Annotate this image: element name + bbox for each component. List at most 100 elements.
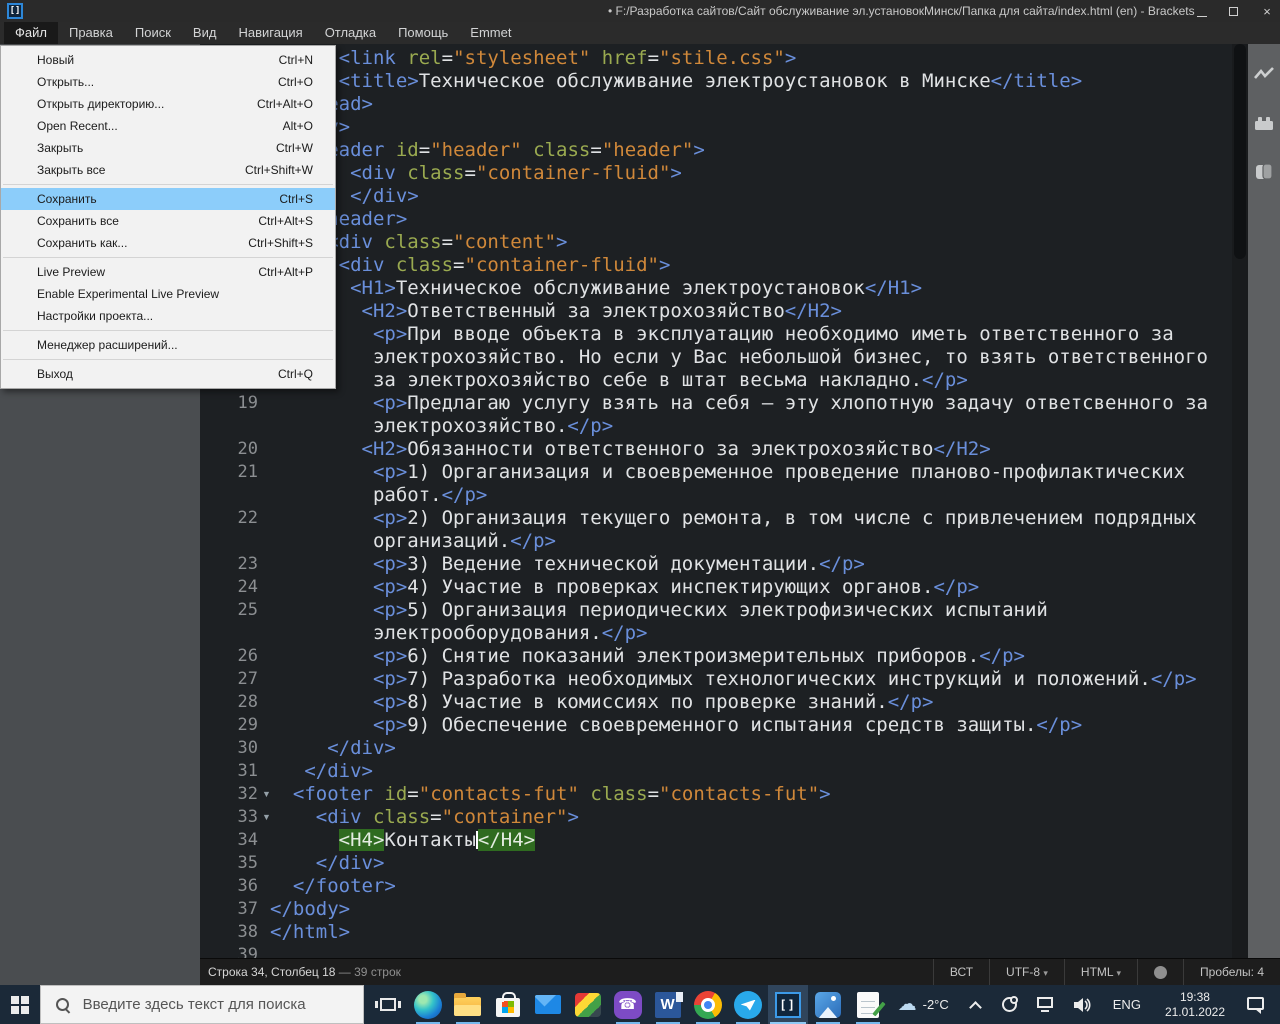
code-line[interactable]: 19 <p>Предлагаю услугу взять на себя — эт…: [200, 392, 1248, 415]
search-input[interactable]: [82, 996, 363, 1013]
code-text[interactable]: электрооборудования.</p>: [270, 622, 648, 645]
code-line[interactable]: организаций.</p>: [200, 530, 1248, 553]
code-text[interactable]: </body>: [270, 898, 350, 921]
file-menu-item[interactable]: Менеджер расширений...: [1, 334, 335, 356]
file-menu-item[interactable]: Закрыть все Ctrl+Shift+W: [1, 159, 335, 181]
fold-arrow-icon[interactable]: ▼: [262, 811, 271, 823]
code-line[interactable]: <header id="header" class="header">: [200, 139, 1248, 162]
file-explorer-taskbar-button[interactable]: [448, 985, 488, 1024]
code-text[interactable]: <H2>Ответственный за электрохозяйство</H…: [270, 300, 842, 323]
code-line[interactable]: электрооборудования.</p>: [200, 622, 1248, 645]
line-number[interactable]: 21: [200, 461, 258, 484]
code-text[interactable]: <link rel="stylesheet" href="stile.css">: [270, 47, 797, 70]
tray-expand[interactable]: [959, 985, 992, 1024]
line-number[interactable]: 29: [200, 714, 258, 737]
weather-widget[interactable]: ☁ -2°C: [888, 985, 959, 1024]
code-text[interactable]: <H4>Контакты </H4>: [270, 829, 536, 852]
code-line[interactable]: 26 <p>6) Снятие показаний электроизмерите…: [200, 645, 1248, 668]
code-text[interactable]: <footer id="contacts-fut" class="contact…: [270, 783, 831, 806]
line-number[interactable]: 37: [200, 898, 258, 921]
paint-taskbar-button[interactable]: [568, 985, 608, 1024]
code-line[interactable]: 24 <p>4) Участие в проверках инспектирующ…: [200, 576, 1248, 599]
line-number[interactable]: 36: [200, 875, 258, 898]
clock[interactable]: 19:38 21.01.2022: [1153, 985, 1237, 1024]
file-menu-item[interactable]: Live Preview Ctrl+Alt+P: [1, 261, 335, 283]
code-text[interactable]: <H2>Обязанности ответственного за электр…: [270, 438, 991, 461]
code-text[interactable]: <p>Предлагаю услугу взять на себя — эту …: [270, 392, 1208, 415]
viber-taskbar-button[interactable]: ☎: [608, 985, 648, 1024]
line-number[interactable]: 38: [200, 921, 258, 944]
close-icon[interactable]: ×: [1260, 5, 1274, 18]
overwrite-indicator[interactable]: ВСТ: [932, 958, 989, 986]
line-number[interactable]: 27: [200, 668, 258, 691]
code-line[interactable]: электрохозяйство. Но если у Вас небольшо…: [200, 346, 1248, 369]
code-text[interactable]: <p>При вводе объекта в эксплуатацию необ…: [270, 323, 1174, 346]
network[interactable]: [1027, 985, 1063, 1024]
code-text[interactable]: <p>2) Организация текущего ремонта, в то…: [270, 507, 1197, 530]
line-number[interactable]: 20: [200, 438, 258, 461]
code-text[interactable]: <H1>Техническое обслуживание электроуста…: [270, 277, 922, 300]
store-taskbar-button[interactable]: [488, 985, 528, 1024]
menubar-item-emmet[interactable]: Emmet: [459, 22, 522, 44]
menubar-item-view[interactable]: Вид: [182, 22, 228, 44]
code-line[interactable]: 31 </div>: [200, 760, 1248, 783]
code-line[interactable]: 20 <H2>Обязанности ответственного за элек…: [200, 438, 1248, 461]
code-editor[interactable]: <link rel="stylesheet" href="stile.css">…: [200, 44, 1248, 958]
line-number[interactable]: 31: [200, 760, 258, 783]
file-menu-item[interactable]: Сохранить как... Ctrl+Shift+S: [1, 232, 335, 254]
menubar-item-file[interactable]: Файл: [4, 22, 58, 44]
code-text[interactable]: <p>4) Участие в проверках инспектирующих…: [270, 576, 979, 599]
file-menu-item[interactable]: Enable Experimental Live Preview: [1, 283, 335, 305]
code-text[interactable]: электрохозяйство.</p>: [270, 415, 613, 438]
editor-scrollbar[interactable]: [1232, 44, 1248, 958]
code-line[interactable]: <div class="content">: [200, 231, 1248, 254]
code-line[interactable]: </head>: [200, 93, 1248, 116]
line-number[interactable]: 28: [200, 691, 258, 714]
photos-taskbar-button[interactable]: [808, 985, 848, 1024]
code-text[interactable]: </html>: [270, 921, 350, 944]
code-text[interactable]: <p>6) Снятие показаний электроизмеритель…: [270, 645, 1025, 668]
volume[interactable]: [1073, 985, 1091, 1024]
code-line[interactable]: 30 </div>: [200, 737, 1248, 760]
brackets-extension-icon[interactable]: [1254, 162, 1274, 187]
file-menu-item[interactable]: Настройки проекта...: [1, 305, 335, 327]
line-number[interactable]: 32: [200, 783, 258, 806]
menubar-item-debug[interactable]: Отладка: [314, 22, 387, 44]
code-line[interactable]: 32 ▼ <footer id="contacts-fut" class="cont…: [200, 783, 1248, 806]
code-line[interactable]: <p>При вводе объекта в эксплуатацию необ…: [200, 323, 1248, 346]
code-line[interactable]: <div class="container-fluid">: [200, 162, 1248, 185]
menubar-item-edit[interactable]: Правка: [58, 22, 124, 44]
code-text[interactable]: <p>9) Обеспечение своевременного испытан…: [270, 714, 1082, 737]
code-text[interactable]: </div>: [270, 760, 373, 783]
line-number[interactable]: 30: [200, 737, 258, 760]
line-number[interactable]: 35: [200, 852, 258, 875]
code-text[interactable]: <p>8) Участие в комиссиях по проверке зн…: [270, 691, 934, 714]
mail-taskbar-button[interactable]: [528, 985, 568, 1024]
line-number[interactable]: [200, 415, 258, 438]
line-number[interactable]: [200, 622, 258, 645]
code-line[interactable]: 33 ▼ <div class="container">: [200, 806, 1248, 829]
code-text[interactable]: <div class="container">: [270, 806, 579, 829]
line-number[interactable]: 19: [200, 392, 258, 415]
maximize-icon[interactable]: [1229, 6, 1238, 16]
encoding-selector[interactable]: UTF-8 ▾: [989, 958, 1064, 986]
code-line[interactable]: 36 </footer>: [200, 875, 1248, 898]
code-line[interactable]: 27 <p>7) Разработка необходимых технологи…: [200, 668, 1248, 691]
menubar-item-find[interactable]: Поиск: [124, 22, 182, 44]
code-line[interactable]: <H2>Ответственный за электрохозяйство</H…: [200, 300, 1248, 323]
code-line[interactable]: <link rel="stylesheet" href="stile.css">: [200, 47, 1248, 70]
scrollbar-thumb[interactable]: [1234, 44, 1246, 259]
menubar-item-navigate[interactable]: Навигация: [227, 22, 313, 44]
code-line[interactable]: 38 </html>: [200, 921, 1248, 944]
lint-status[interactable]: [1137, 958, 1183, 986]
file-menu-item[interactable]: Сохранить Ctrl+S: [1, 188, 335, 210]
live-preview-icon[interactable]: [1254, 66, 1274, 89]
file-menu-item[interactable]: Открыть... Ctrl+O: [1, 71, 335, 93]
code-line[interactable]: 28 <p>8) Участие в комиссиях по проверке …: [200, 691, 1248, 714]
code-line[interactable]: 25 <p>5) Организация периодических электр…: [200, 599, 1248, 622]
code-text[interactable]: <p>5) Организация периодических электроф…: [270, 599, 1048, 622]
line-number[interactable]: 34: [200, 829, 258, 852]
chrome-taskbar-button[interactable]: [688, 985, 728, 1024]
language-selector[interactable]: HTML ▾: [1063, 958, 1137, 986]
notepad-taskbar-button[interactable]: [848, 985, 888, 1024]
